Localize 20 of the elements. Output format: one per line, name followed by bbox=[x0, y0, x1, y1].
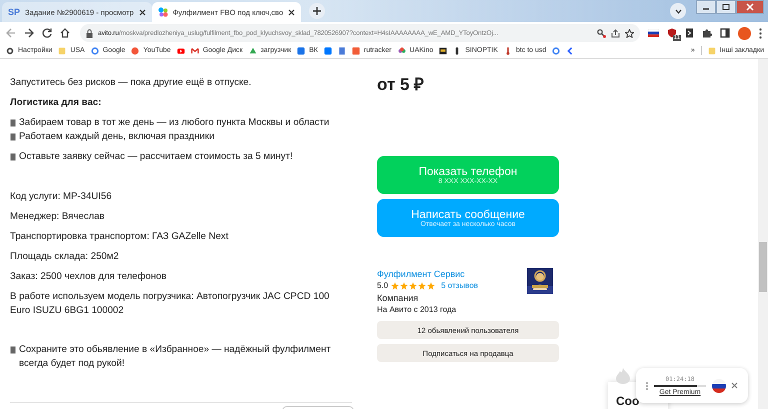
cookie-title: Coo bbox=[616, 394, 640, 408]
bullet-text: Работаем каждый день, включая праздники bbox=[19, 130, 214, 144]
description-text: Площадь склада: 250м2 bbox=[10, 250, 120, 264]
description-text: Транспортировка транспортом: ГАЗ GAZelle Next bbox=[10, 230, 230, 244]
description-text: Менеджер: Вячеслав bbox=[10, 210, 106, 224]
seller-since: На Авито с 2013 года bbox=[377, 304, 458, 316]
reviews-link[interactable]: 5 отзывов bbox=[441, 280, 478, 292]
price: от 5 ₽ bbox=[377, 74, 426, 94]
bullet-text: Забираем товар в тот же день — из любого пункта Москвы и области bbox=[19, 116, 330, 130]
bullet-text: Сохраните это обьявление в «Избранное» — надёжный фулфилмент всегда будет под рукой! bbox=[19, 343, 332, 371]
description-text: Заказ: 2500 чехлов для телефонов bbox=[10, 270, 168, 284]
seller-type: Компания bbox=[377, 292, 420, 304]
tab-logo: SP bbox=[8, 7, 20, 17]
seller-name-link[interactable]: Фулфилмент Сервис bbox=[377, 268, 527, 280]
description-heading: Логистика для вас: bbox=[10, 96, 102, 110]
description-text: Запуститесь без рисков — пока другие ещё в отпуске. bbox=[10, 76, 252, 90]
bullet-text: Оставьте заявку сейчас — рассчитаем стоимость за 5 минут! bbox=[19, 150, 293, 164]
description-text: Код услуги: MP-34UI56 bbox=[10, 190, 113, 204]
description-text: В работе используем модель погрузчика: Автопогрузчик JAC CPCD 100 Euro ISUZU 6BG1 100002 bbox=[10, 290, 330, 318]
rating-value: 5.0 bbox=[377, 280, 388, 292]
